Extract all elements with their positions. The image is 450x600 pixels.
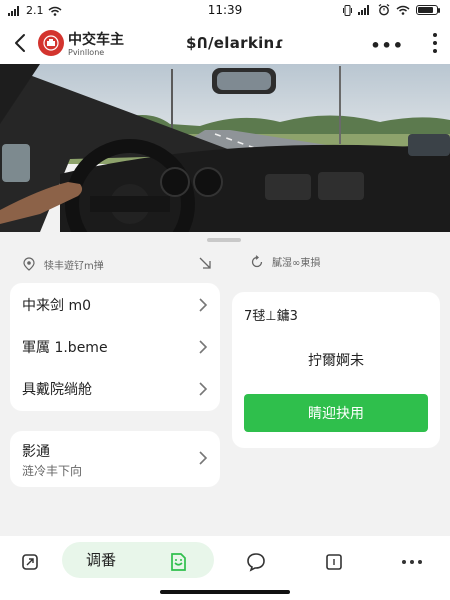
right-section-header: 膩湿∞東損	[250, 254, 320, 269]
chevron-right-icon	[199, 451, 208, 465]
action-status-text: 拧爾婀未	[308, 353, 364, 369]
nav-item-document[interactable]	[166, 549, 190, 575]
alarm-icon	[378, 4, 390, 16]
kebab-menu-icon[interactable]	[432, 33, 438, 53]
action-card: 7毬⊥鏞3 拧爾婀未 睛迎抉用	[232, 292, 440, 448]
sub-menu-card[interactable]: 影通 涟冷丰下向	[10, 431, 220, 487]
cell-signal-icon	[358, 5, 369, 15]
list-item[interactable]: 軍厲 1.beme	[10, 326, 220, 368]
wifi-icon	[396, 5, 410, 15]
brand-logo	[38, 30, 64, 56]
nav-item-rotate[interactable]	[18, 549, 42, 575]
app-header: 中交车主 Pvinllone $Ո/elarkinɾ •••	[0, 22, 450, 64]
left-section-label: 犊丰遊钌m掸	[44, 260, 104, 272]
list-item-label: 具戴院绱舱	[22, 382, 92, 398]
nav-active-label: 调番	[86, 551, 117, 569]
brand-name: 中交车主	[68, 32, 124, 48]
back-arrow-icon[interactable]	[10, 32, 32, 54]
menu-list-card: 中来剑 m0 軍厲 1.beme 具戴院绱舱	[10, 283, 220, 411]
expand-arrow-icon[interactable]	[198, 256, 212, 270]
nav-item-box[interactable]	[322, 549, 346, 575]
document-smile-icon	[171, 553, 186, 571]
list-item-label: 軍厲 1.beme	[22, 340, 108, 356]
left-section-header: 犊丰遊钌m掸	[22, 252, 212, 276]
list-item[interactable]: 具戴院绱舱	[10, 368, 220, 410]
primary-action-button[interactable]: 睛迎抉用	[244, 394, 428, 432]
nav-item-chat[interactable]	[244, 549, 268, 575]
list-item-label: 中来剑 m0	[22, 298, 91, 314]
drag-handle[interactable]	[207, 238, 241, 242]
sub-card-description: 涟冷丰下向	[22, 464, 83, 478]
list-item[interactable]: 中来剑 m0	[10, 284, 220, 326]
brand-subtitle: Pvinllone	[68, 48, 105, 57]
emblem-icon	[43, 35, 59, 51]
status-right	[343, 4, 440, 16]
chat-bubble-icon	[247, 553, 265, 572]
vibrate-icon	[343, 4, 352, 16]
nav-item-more[interactable]	[398, 549, 426, 575]
battery-icon	[416, 5, 440, 15]
chevron-right-icon	[199, 382, 208, 396]
status-bar: 2.1 11:39	[0, 0, 450, 22]
chevron-right-icon	[199, 298, 208, 312]
square-box-icon	[326, 554, 342, 570]
hero-driving-photo	[0, 64, 450, 232]
right-section-label: 膩湿∞東損	[272, 258, 321, 269]
sub-card-title: 影通	[22, 444, 50, 460]
page-title: $Ո/elarkinɾ	[186, 34, 284, 52]
more-options-button[interactable]: •••	[370, 36, 404, 55]
home-indicator[interactable]	[160, 590, 290, 594]
action-code-text: 7毬⊥鏞3	[244, 309, 298, 324]
location-pin-icon	[23, 257, 35, 271]
phone-rotate-icon	[22, 554, 38, 570]
nav-item-active[interactable]	[62, 542, 214, 578]
more-dots-icon	[402, 560, 422, 564]
refresh-icon	[251, 254, 263, 267]
chevron-right-icon	[199, 340, 208, 354]
